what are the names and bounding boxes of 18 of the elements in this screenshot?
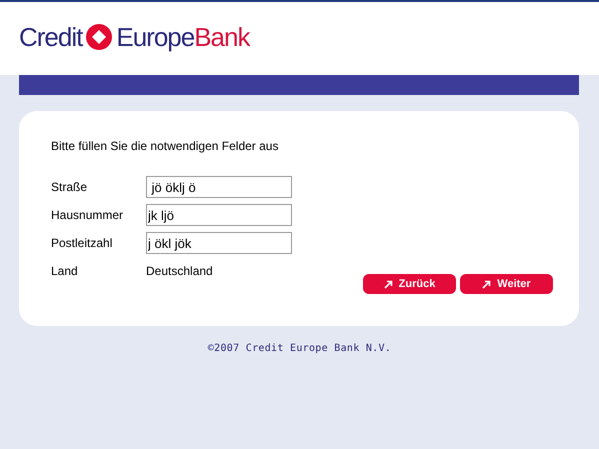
arrow-icon [482,280,492,288]
logo-text: Europe [116,24,194,50]
copyright-text: ©2007 Credit Europe Bank N.V. [206,342,392,356]
input-field[interactable]: j ökl jök [146,232,292,254]
input-field[interactable]: jö öklj ö [146,176,292,198]
field-value: Deutschland [146,263,213,280]
field-label: Hausnummer [51,207,124,224]
logo-icon [86,24,112,50]
logo-text: Bank [194,24,250,50]
intro-text: Bitte füllen Sie die notwendigen Felder aus [51,138,280,155]
nav-button[interactable]: Zurück [363,274,456,294]
logo-text: Credit [19,24,82,50]
nav-button[interactable]: Weiter [460,274,553,294]
field-label: Land [51,263,79,280]
input-field[interactable]: jk ljö [146,204,292,226]
field-label: Postleitzahl [51,235,114,252]
arrow-icon [384,280,393,288]
field-label: Straße [51,179,88,196]
